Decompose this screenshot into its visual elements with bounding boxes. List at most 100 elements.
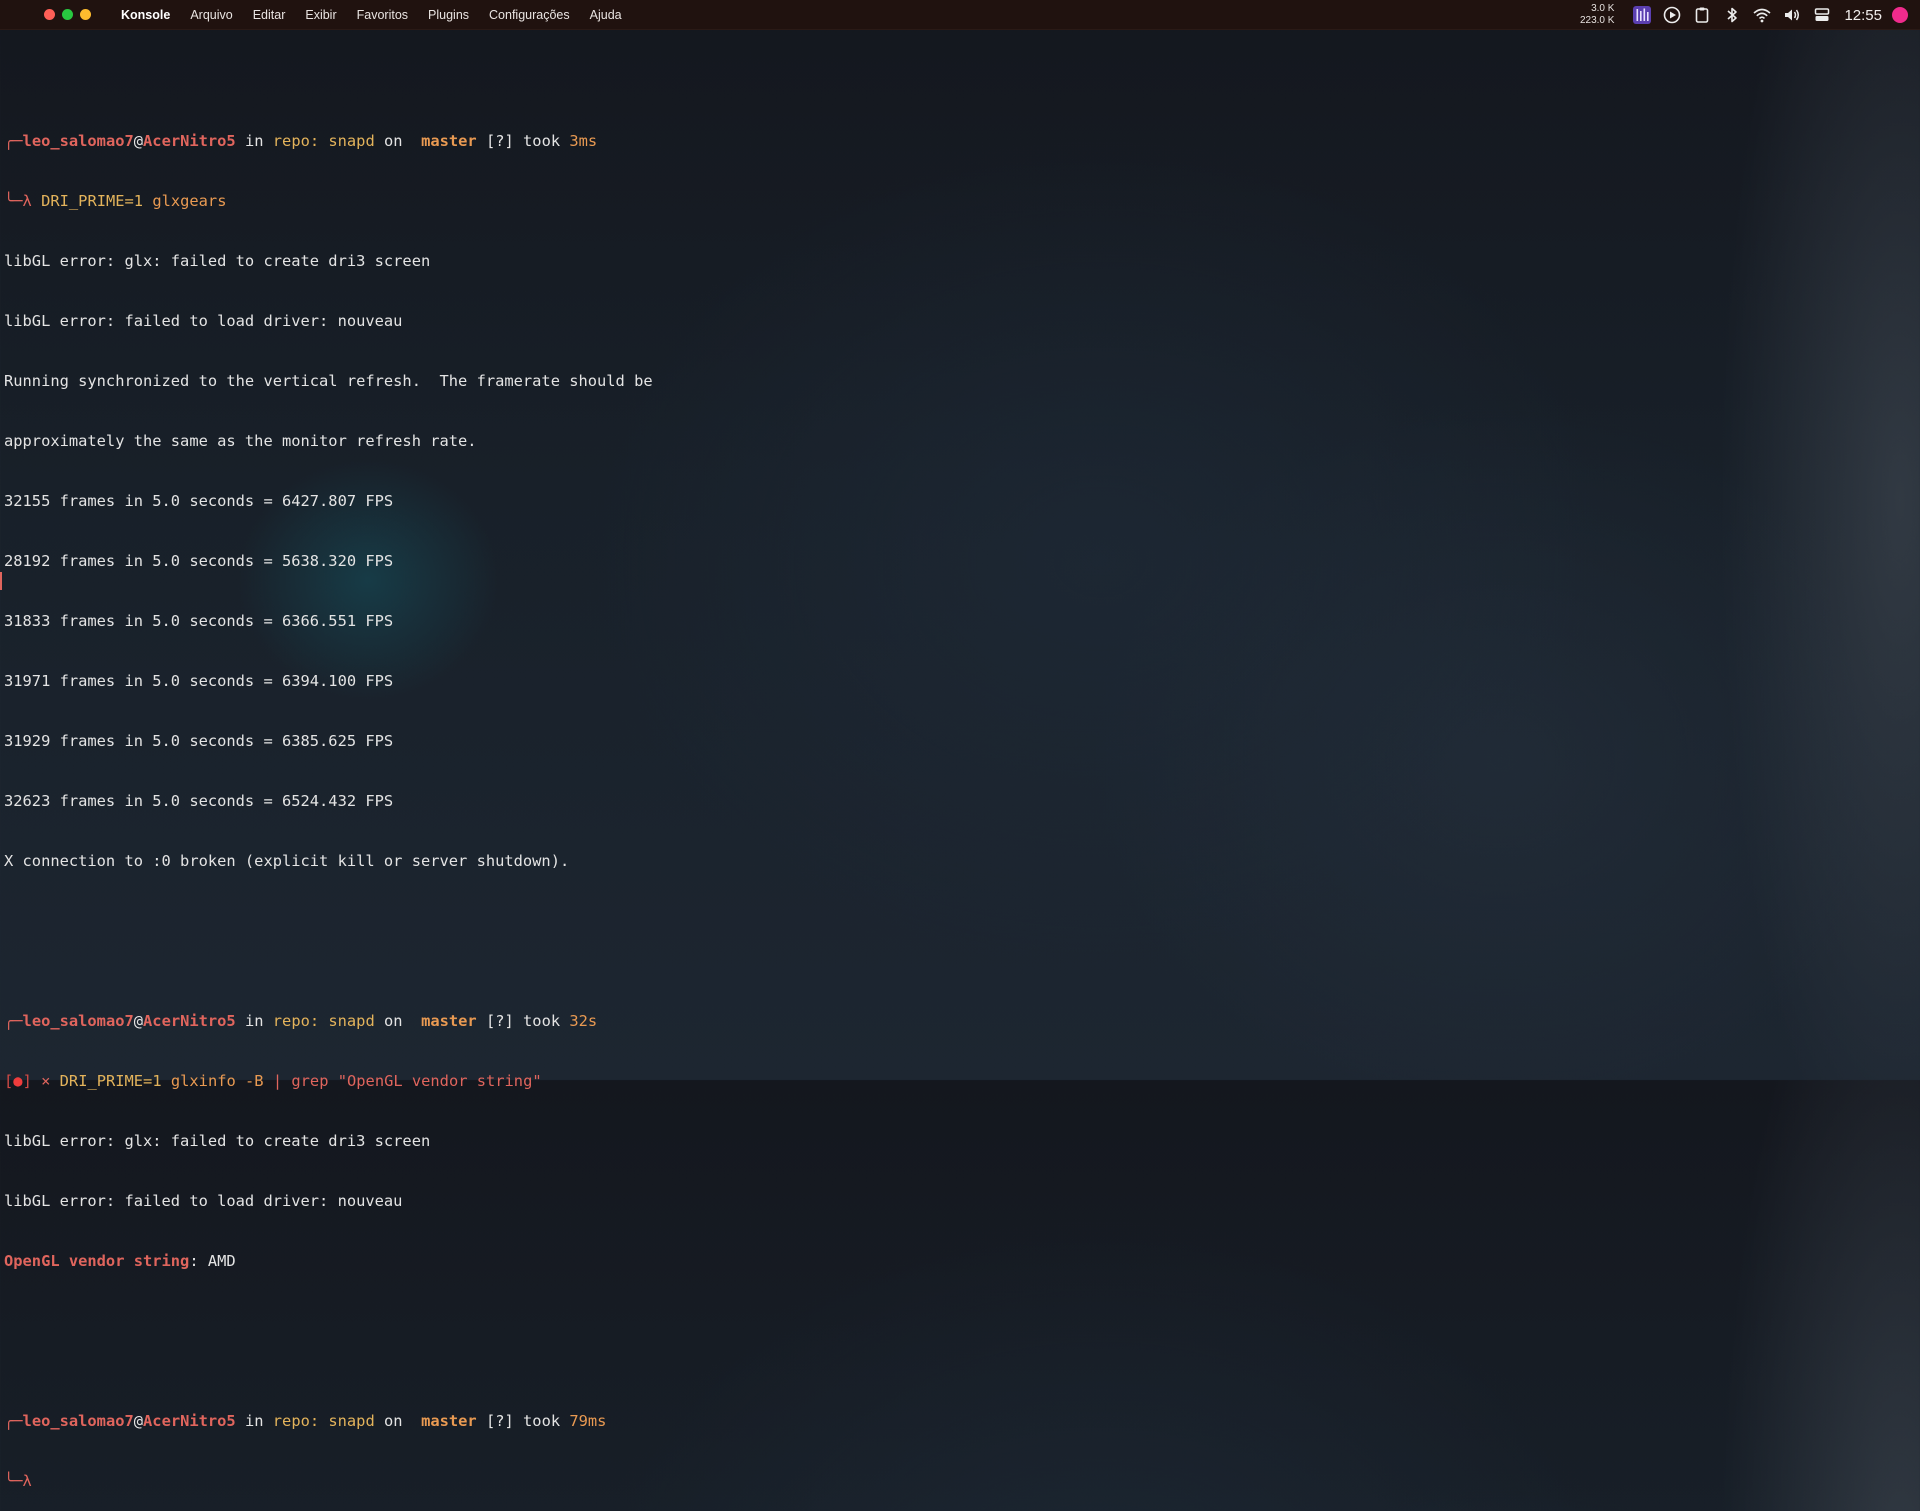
prompt-repo: repo: snapd — [272, 1012, 375, 1030]
prompt-status: [?] — [476, 1412, 514, 1430]
command-env: DRI_PRIME=1 — [59, 1072, 162, 1090]
storage-icon[interactable] — [1812, 5, 1832, 25]
output-line: libGL error: glx: failed to create dri3 … — [4, 1132, 431, 1150]
output-line: 31971 frames in 5.0 seconds = 6394.100 F… — [4, 672, 394, 690]
error-cross-icon: × — [31, 1072, 60, 1090]
output-line: X connection to :0 broken (explicit kill… — [4, 852, 570, 870]
clock[interactable]: 12:55 — [1844, 7, 1882, 24]
prompt-user: leo_salomao7 — [22, 132, 134, 150]
prompt-corner: ╰─ — [4, 1472, 23, 1490]
prompt-corner: ╭─ — [4, 1012, 23, 1030]
prompt-on: on — [374, 1412, 412, 1430]
prompt-in: in — [235, 132, 273, 150]
user-avatar-icon[interactable] — [1892, 7, 1908, 23]
play-icon[interactable] — [1662, 5, 1682, 25]
wifi-icon[interactable] — [1752, 5, 1772, 25]
prompt-in: in — [235, 1012, 273, 1030]
bluetooth-icon[interactable] — [1722, 5, 1742, 25]
menu-exibir[interactable]: Exibir — [295, 0, 346, 30]
lambda-symbol: λ — [22, 1472, 32, 1490]
output-line: 31929 frames in 5.0 seconds = 6385.625 F… — [4, 732, 394, 750]
command-grep: grep — [291, 1072, 329, 1090]
vendor-value: AMD — [207, 1252, 236, 1270]
command-line[interactable]: ╰─λ — [4, 1471, 1884, 1491]
prompt-line: ╭─leo_salomao7@AcerNitro5 in repo: snapd… — [4, 131, 1884, 151]
menu-plugins[interactable]: Plugins — [418, 0, 479, 30]
text-cursor — [0, 572, 2, 590]
error-status-icon: ● — [13, 1072, 23, 1090]
prompt-corner: ╭─ — [4, 1412, 23, 1430]
network-speed-widget[interactable]: 3.0 K 223.0 K — [1580, 3, 1614, 27]
prompt-on: on — [374, 1012, 412, 1030]
prompt-status: [?] — [476, 132, 514, 150]
output-line: approximately the same as the monitor re… — [4, 432, 477, 450]
output-line: OpenGL vendor string: AMD — [4, 1251, 1884, 1271]
prompt-line: ╭─leo_salomao7@AcerNitro5 in repo: snapd… — [4, 1011, 1884, 1031]
minimize-window-button[interactable] — [62, 9, 73, 20]
prompt-host: AcerNitro5 — [143, 132, 236, 150]
output-line: 28192 frames in 5.0 seconds = 5638.320 F… — [4, 552, 394, 570]
command-line: [●] × DRI_PRIME=1 glxinfo -B | grep "Ope… — [4, 1071, 1884, 1091]
prompt-took: took — [513, 1412, 570, 1430]
menu-editar[interactable]: Editar — [243, 0, 296, 30]
prompt-status: [?] — [476, 1012, 514, 1030]
exit-bracket-close: ] — [22, 1072, 32, 1090]
menu-configuracoes[interactable]: Configurações — [479, 0, 580, 30]
command-line: ╰─λ DRI_PRIME=1 glxgears — [4, 191, 1884, 211]
app-name-menu[interactable]: Konsole — [111, 0, 180, 30]
output-line: 32623 frames in 5.0 seconds = 6524.432 F… — [4, 792, 394, 810]
output-line: 31833 frames in 5.0 seconds = 6366.551 F… — [4, 612, 394, 630]
exit-bracket-open: [ — [4, 1072, 14, 1090]
maximize-window-button[interactable] — [80, 9, 91, 20]
clipboard-icon[interactable] — [1692, 5, 1712, 25]
top-menu-bar: Konsole Arquivo Editar Exibir Favoritos … — [0, 0, 1920, 30]
prompt-duration: 32s — [569, 1012, 598, 1030]
prompt-repo: repo: snapd — [272, 1412, 375, 1430]
prompt-took: took — [513, 1012, 570, 1030]
prompt-user: leo_salomao7 — [22, 1012, 134, 1030]
app-menu: Konsole Arquivo Editar Exibir Favoritos … — [111, 0, 632, 30]
prompt-repo: repo: snapd — [272, 132, 375, 150]
terminal-output[interactable]: ╭─leo_salomao7@AcerNitro5 in repo: snapd… — [4, 51, 1884, 1511]
net-upload-speed: 3.0 K — [1591, 3, 1615, 14]
output-line: libGL error: failed to load driver: nouv… — [4, 312, 403, 330]
prompt-user: leo_salomao7 — [22, 1412, 134, 1430]
prompt-in: in — [235, 1412, 273, 1430]
prompt-branch: master — [421, 132, 477, 150]
output-line: libGL error: glx: failed to create dri3 … — [4, 252, 431, 270]
close-window-button[interactable] — [44, 9, 55, 20]
command-name: glxinfo -B — [170, 1072, 264, 1090]
prompt-host: AcerNitro5 — [143, 1012, 236, 1030]
prompt-line: ╭─leo_salomao7@AcerNitro5 in repo: snapd… — [4, 1411, 1884, 1431]
output-line: Running synchronized to the vertical ref… — [4, 372, 653, 390]
prompt-at: @ — [133, 1012, 144, 1030]
command-env: DRI_PRIME=1 — [41, 192, 144, 210]
equalizer-icon[interactable] — [1632, 5, 1652, 25]
command-pipe: | — [272, 1072, 283, 1090]
system-tray: 3.0 K 223.0 K 12:55 — [1580, 0, 1920, 30]
prompt-corner: ╭─ — [4, 132, 23, 150]
menu-favoritos[interactable]: Favoritos — [347, 0, 418, 30]
prompt-branch: master — [421, 1012, 477, 1030]
grep-match: OpenGL vendor string — [4, 1252, 190, 1270]
prompt-corner: ╰─ — [4, 192, 23, 210]
window-controls — [44, 9, 91, 20]
prompt-at: @ — [133, 132, 144, 150]
command-name: glxgears — [152, 192, 227, 210]
lambda-symbol: λ — [22, 192, 32, 210]
prompt-took: took — [513, 132, 570, 150]
prompt-duration: 3ms — [569, 132, 598, 150]
vendor-sep: : — [189, 1252, 208, 1270]
net-download-speed: 223.0 K — [1579, 15, 1615, 26]
menu-ajuda[interactable]: Ajuda — [580, 0, 632, 30]
command-pattern: "OpenGL vendor string" — [337, 1072, 542, 1090]
output-line: 32155 frames in 5.0 seconds = 6427.807 F… — [4, 492, 394, 510]
prompt-at: @ — [133, 1412, 144, 1430]
volume-icon[interactable] — [1782, 5, 1802, 25]
prompt-duration: 79ms — [569, 1412, 607, 1430]
menu-arquivo[interactable]: Arquivo — [180, 0, 242, 30]
prompt-branch: master — [421, 1412, 477, 1430]
prompt-host: AcerNitro5 — [143, 1412, 236, 1430]
prompt-on: on — [374, 132, 412, 150]
output-line: libGL error: failed to load driver: nouv… — [4, 1192, 403, 1210]
